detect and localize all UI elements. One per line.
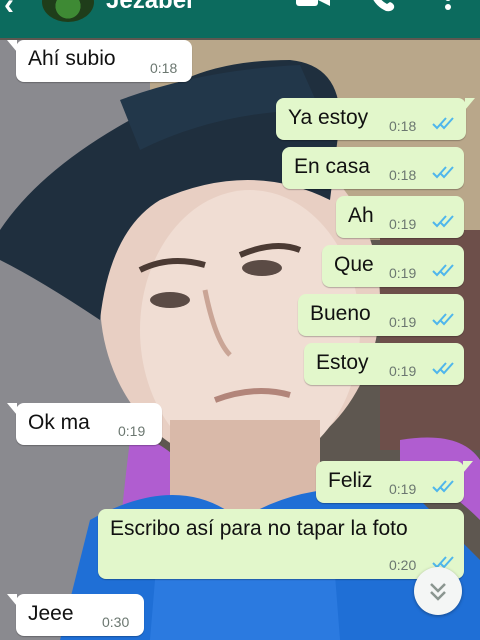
arrow-back-icon[interactable]: ‹: [4, 0, 14, 20]
read-ticks-icon: [432, 313, 454, 326]
message-text: Escribo así para no tapar la foto: [110, 517, 408, 540]
message-time: 0:18: [150, 60, 178, 76]
message-bubble-incoming[interactable]: Ok ma 0:19: [7, 403, 162, 445]
message-bubble-outgoing[interactable]: Estoy 0:19: [304, 343, 464, 385]
read-ticks-icon: [432, 166, 454, 179]
message-time: 0:30: [102, 614, 130, 630]
message-bubble-outgoing[interactable]: Que 0:19: [322, 245, 464, 287]
message-bubble-outgoing[interactable]: Ya estoy 0:18: [276, 98, 475, 140]
message-time: 0:20: [389, 557, 417, 573]
more-vert-icon[interactable]: [444, 0, 452, 10]
bubble-tail: [463, 461, 473, 473]
message-text: Ya estoy: [288, 106, 369, 129]
message-text: Ahí subio: [28, 47, 116, 70]
read-ticks-icon: [432, 480, 454, 493]
read-ticks-icon: [432, 264, 454, 277]
bubble-tail: [7, 594, 17, 606]
message-time: 0:19: [118, 423, 146, 439]
contact-name[interactable]: Jezabel: [106, 0, 193, 14]
read-ticks-icon: [432, 215, 454, 228]
message-bubble-outgoing[interactable]: Bueno 0:19: [298, 294, 464, 336]
message-text: Estoy: [316, 351, 369, 374]
message-text: Ah: [348, 204, 374, 227]
double-chevron-down-icon: [430, 583, 446, 601]
bubble-tail: [7, 403, 17, 415]
read-ticks-icon: [432, 362, 454, 375]
message-time: 0:19: [389, 265, 417, 281]
message-time: 0:19: [389, 363, 417, 379]
message-text: Ok ma: [28, 411, 90, 434]
chat-header: ‹ Jezabel: [0, 0, 480, 38]
message-bubble-outgoing[interactable]: Escribo así para no tapar la foto 0:20: [98, 509, 464, 579]
message-time: 0:19: [389, 481, 417, 497]
message-bubble-incoming[interactable]: Ahí subio 0:18: [7, 40, 192, 82]
message-time: 0:19: [389, 314, 417, 330]
message-bubble-outgoing[interactable]: En casa 0:18: [282, 147, 464, 189]
scroll-to-bottom-button[interactable]: [414, 567, 462, 615]
message-time: 0:19: [389, 216, 417, 232]
phone-icon[interactable]: [370, 0, 396, 12]
message-time: 0:18: [389, 118, 417, 134]
message-text: Jeee: [28, 602, 74, 625]
message-bubble-outgoing[interactable]: Feliz 0:19: [316, 461, 473, 503]
video-call-icon[interactable]: [296, 0, 330, 8]
message-text: Que: [334, 253, 374, 276]
message-text: En casa: [294, 155, 370, 178]
message-text: Feliz: [328, 469, 373, 492]
bubble-tail: [465, 98, 475, 110]
bubble-tail: [7, 40, 17, 52]
message-time: 0:18: [389, 167, 417, 183]
message-bubble-outgoing[interactable]: Ah 0:19: [336, 196, 464, 238]
contact-avatar[interactable]: [42, 0, 94, 22]
read-ticks-icon: [432, 117, 454, 130]
message-text: Bueno: [310, 302, 371, 325]
message-bubble-incoming[interactable]: Jeee 0:30: [7, 594, 144, 636]
